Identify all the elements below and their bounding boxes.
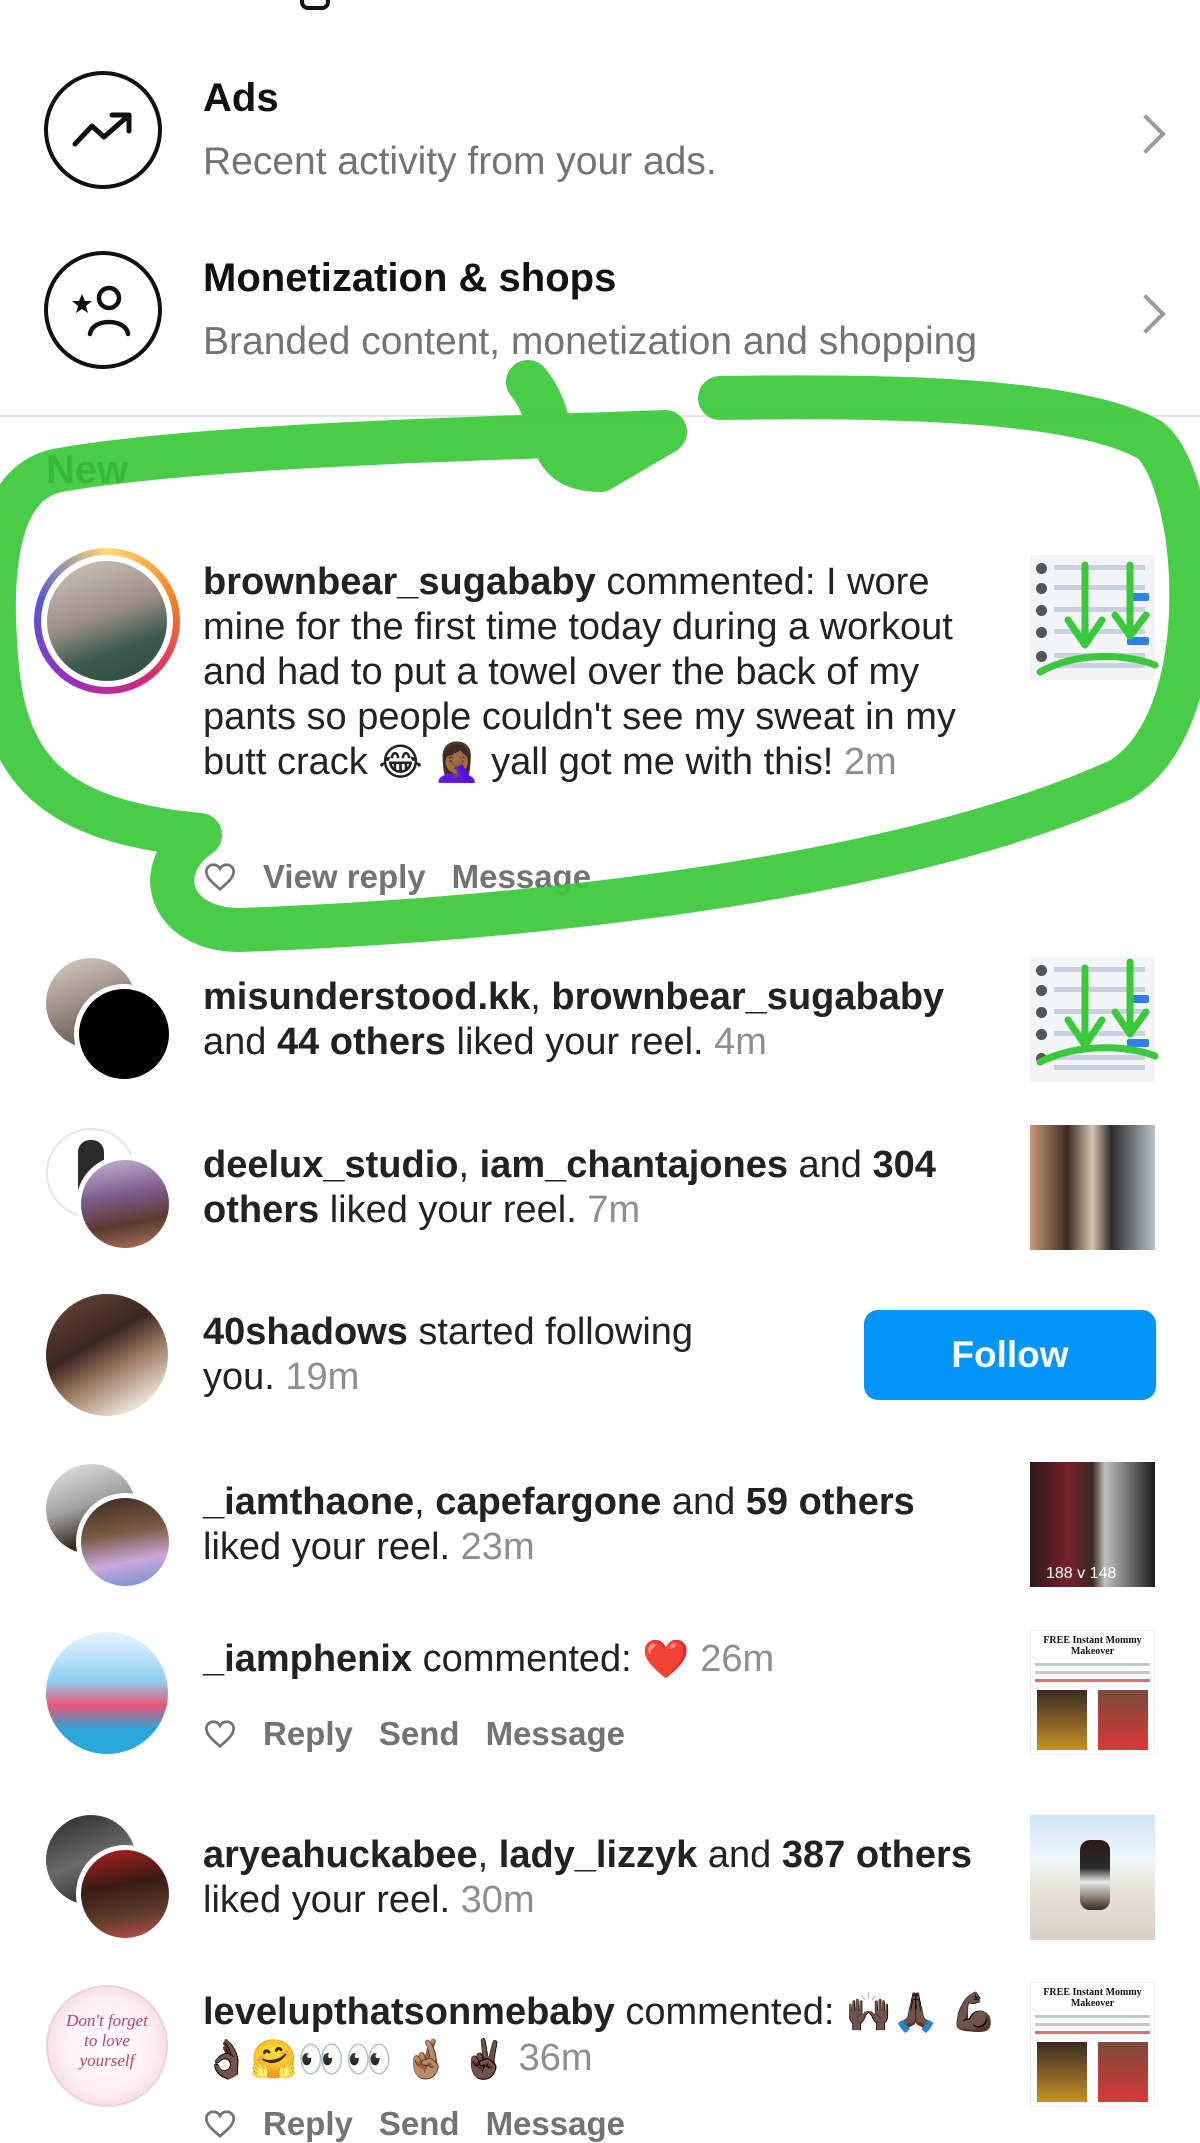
emoji: 🙏🏿 (892, 1992, 940, 2035)
message-button[interactable]: Message (486, 1715, 625, 1753)
timestamp: 2m (843, 741, 897, 783)
chevron-right-icon (1126, 114, 1166, 154)
emoji: 👌🏿 (203, 2038, 251, 2081)
heart-icon[interactable] (203, 862, 237, 892)
send-button[interactable]: Send (379, 1715, 460, 1753)
message-button[interactable]: Message (452, 858, 591, 896)
notification-actions: View reply Message (203, 858, 591, 896)
username[interactable]: lady_lizzyk (499, 1834, 698, 1876)
settings-row-title: Monetization & shops (203, 256, 617, 300)
settings-row-subtitle: Branded content, monetization and shoppi… (203, 320, 978, 363)
reply-button[interactable]: Reply (263, 2105, 353, 2143)
username[interactable]: brownbear_sugababy (203, 561, 596, 603)
avatar-border (76, 1155, 174, 1253)
heart-icon[interactable] (203, 1719, 237, 1749)
username[interactable]: 40shadows (203, 1311, 408, 1353)
notification-actions: Reply Send Message (203, 1715, 625, 1753)
notification-text: brownbear_sugababy commented: I wore min… (203, 561, 956, 785)
emoji: 💪🏿 (950, 1992, 998, 2035)
reply-button[interactable]: Reply (263, 1715, 353, 1753)
post-thumbnail[interactable]: 188 v 148 (1030, 1462, 1155, 1587)
timestamp: 4m (714, 1021, 767, 1063)
post-thumbnail[interactable] (1030, 1125, 1155, 1250)
avatar (47, 561, 167, 681)
timestamp: 26m (700, 1638, 775, 1680)
settings-row-monetization[interactable]: Monetization & shops Branded content, mo… (0, 240, 1200, 410)
post-thumbnail[interactable] (1030, 1815, 1155, 1940)
timestamp: 19m (285, 1356, 360, 1398)
heart-emoji: ❤️ (642, 1639, 690, 1682)
avatar-caption: Don't forget to love yourself (66, 2011, 148, 2070)
person-star-icon (44, 251, 162, 369)
timestamp: 30m (460, 1879, 535, 1921)
settings-row-ads[interactable]: Ads Recent activity from your ads. (0, 60, 1200, 230)
view-reply-button[interactable]: View reply (263, 858, 426, 896)
avatar-story-ring[interactable] (34, 548, 180, 694)
settings-row-title: Ads (203, 76, 279, 120)
timestamp: 36m (518, 2037, 593, 2080)
emoji: 😂 (378, 742, 423, 785)
username[interactable]: brownbear_sugababy (551, 976, 944, 1018)
post-thumbnail[interactable] (1030, 957, 1155, 1082)
notification-text: 40shadows started following you. 19m (203, 1311, 694, 1398)
emoji: 🤦🏾‍♀️ (433, 742, 481, 785)
username[interactable]: levelupthatsonmebaby (203, 1991, 615, 2033)
avatar-border (74, 984, 174, 1084)
emoji: 👀 (344, 2038, 393, 2081)
emoji: 🤗 (250, 2038, 298, 2081)
section-divider (0, 415, 1200, 417)
notification-text: _iamphenix commented: ❤️ 26m (203, 1638, 775, 1682)
thumbnail-caption: 188 v 148 (1046, 1565, 1117, 1582)
avatar (46, 1632, 168, 1754)
chevron-right-icon (1126, 294, 1166, 334)
notification-text: deelux_studio, iam_chantajones and 304 o… (203, 1144, 936, 1231)
username[interactable]: _iamphenix (203, 1638, 412, 1680)
emoji: 🙌🏿 (844, 1992, 893, 2035)
timestamp: 7m (587, 1189, 641, 1231)
username[interactable]: deelux_studio (203, 1144, 459, 1186)
post-thumbnail[interactable]: FREE Instant Mommy Makeover (1030, 1982, 1155, 2107)
avatar-border (76, 1493, 174, 1591)
thumbnail-caption: FREE Instant Mommy Makeover (1043, 1635, 1142, 1657)
notification-text: aryeahuckabee, lady_lizzyk and 387 other… (203, 1834, 972, 1921)
emoji: 🤞🏽 (402, 2038, 451, 2081)
notification-text: _iamthaone, capefargone and 59 others li… (203, 1481, 915, 1568)
post-thumbnail[interactable]: FREE Instant Mommy Makeover (1030, 1630, 1155, 1755)
heart-icon[interactable] (203, 2109, 237, 2139)
notification-actions: Reply Send Message (203, 2105, 625, 2143)
avatar (79, 989, 169, 1079)
follow-button[interactable]: Follow (864, 1310, 1156, 1400)
message-button[interactable]: Message (486, 2105, 625, 2143)
thumbnail-caption: FREE Instant Mommy Makeover (1043, 1987, 1142, 2009)
username[interactable]: capefargone (435, 1481, 661, 1523)
avatar-border (76, 1845, 174, 1943)
emoji: 👀 (297, 2038, 345, 2081)
settings-row-subtitle: Recent activity from your ads. (203, 140, 717, 183)
notification-text: misunderstood.kk, brownbear_sugababy and… (203, 976, 945, 1063)
section-heading-new: New (46, 448, 129, 492)
post-thumbnail[interactable] (1030, 555, 1155, 680)
username[interactable]: misunderstood.kk (203, 976, 530, 1018)
emoji: ✌🏿 (460, 2038, 509, 2081)
avatar: Don't forget to love yourself (46, 1985, 168, 2107)
timestamp: 23m (460, 1526, 535, 1568)
scrolled-header-remnant (0, 0, 1200, 12)
avatar (81, 1160, 169, 1248)
trending-up-icon (44, 71, 162, 189)
avatar (81, 1498, 169, 1586)
username[interactable]: iam_chantajones (480, 1144, 788, 1186)
username[interactable]: aryeahuckabee (203, 1834, 478, 1876)
username[interactable]: _iamthaone (203, 1481, 414, 1523)
notification-text: levelupthatsonmebaby commented: 🙌🏿🙏🏿 💪🏿👌… (203, 1991, 998, 2081)
avatar (81, 1850, 169, 1938)
avatar (46, 1294, 168, 1416)
send-button[interactable]: Send (379, 2105, 460, 2143)
